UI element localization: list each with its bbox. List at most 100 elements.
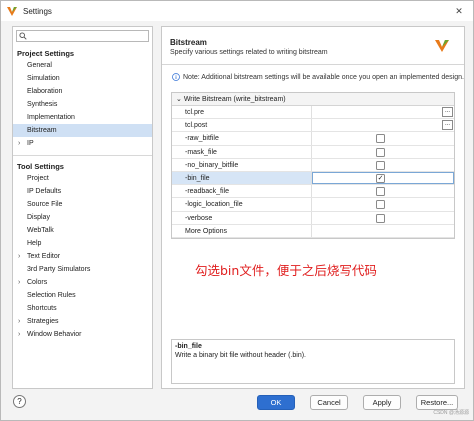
section-tool-settings: Tool Settings [17,162,64,171]
option-checkbox[interactable] [376,147,385,157]
section-project-settings: Project Settings [17,49,75,58]
sidebar-item-label: Source File [27,201,63,208]
bitstream-options-table: ⌄ Write Bitstream (write_bitstream) tcl.… [171,92,455,239]
group-header-write-bitstream[interactable]: ⌄ Write Bitstream (write_bitstream) [172,93,454,106]
description-text: Write a binary bit file without header (… [175,352,306,359]
sidebar-item-label: Simulation [27,75,60,82]
option-checkbox[interactable] [376,200,385,210]
sidebar-item-label: Strategies [27,318,59,325]
option-checkbox[interactable] [376,213,385,223]
option-row-raw-bitfile[interactable]: -raw_bitfile [172,132,454,146]
sidebar-item-label: Window Behavior [27,331,82,338]
sidebar-item-implementation[interactable]: Implementation [13,111,152,124]
title-bar: Settings ✕ [1,1,473,21]
chevron-right-icon[interactable]: › [18,276,20,289]
sidebar-item-label: IP Defaults [27,188,62,195]
sidebar-item-colors[interactable]: › Colors [13,276,152,289]
chevron-right-icon[interactable]: › [18,250,20,263]
search-input[interactable] [16,30,149,42]
sidebar-item-elaboration[interactable]: Elaboration [13,85,152,98]
option-value [312,225,454,237]
sidebar-item-ip[interactable]: › IP [13,137,152,150]
info-note: Note: Additional bitstream settings will… [172,73,464,81]
option-name: tcl.post [172,119,312,132]
option-name: -raw_bitfile [172,132,312,145]
option-checkbox[interactable] [376,160,385,170]
sidebar-item-window-behavior[interactable]: › Window Behavior [13,328,152,341]
window-controls: ✕ [445,1,473,21]
sidebar-item-help[interactable]: Help [13,237,152,250]
option-value [312,159,454,171]
sidebar-item-label: WebTalk [27,227,54,234]
option-name: -verbose [172,211,312,224]
sidebar-item-general[interactable]: General [13,59,152,72]
option-row-logic-location-file[interactable]: -logic_location_file [172,198,454,212]
sidebar-item-label: Implementation [27,114,75,121]
option-row-bin-file[interactable]: -bin_file ✓ [172,171,454,186]
option-row-tcl-post[interactable]: tcl.post... [172,119,454,133]
option-name: tcl.pre [172,106,312,119]
window-title: Settings [23,6,52,16]
apply-button[interactable]: Apply [363,395,401,410]
sidebar-item-label: Colors [27,279,48,286]
sidebar-item-bitstream[interactable]: Bitstream [13,124,152,137]
option-value: ... [312,119,454,131]
sidebar-item-text-editor[interactable]: › Text Editor [13,250,152,263]
sidebar-item-selection-rules[interactable]: Selection Rules [13,289,152,302]
sidebar-item-strategies[interactable]: › Strategies [13,315,152,328]
settings-sidebar: Project Settings General Simulation Elabor… [12,26,153,389]
browse-button[interactable]: ... [442,107,453,117]
header-divider [162,64,464,65]
watermark: CSDN @汤源源 [433,410,469,416]
vivado-app-icon [7,7,17,16]
sidebar-item-source-file[interactable]: Source File [13,198,152,211]
restore-button[interactable]: Restore... [416,395,458,410]
sidebar-item-label: Shortcuts [27,305,57,312]
divider [13,150,152,156]
option-row-readback-file[interactable]: -readback_file [172,185,454,199]
option-value [312,198,454,210]
sidebar-item-label: Bitstream [27,127,57,134]
ok-button[interactable]: OK [257,395,295,410]
note-text: Note: Additional bitstream settings will… [183,73,464,81]
option-checkbox[interactable] [376,187,385,197]
option-name: -no_binary_bitfile [172,158,312,171]
group-label: Write Bitstream (write_bitstream) [183,96,286,103]
chevron-right-icon[interactable]: › [18,315,20,328]
option-row-verbose[interactable]: -verbose [172,211,454,225]
chevron-right-icon[interactable]: › [18,137,20,150]
close-icon[interactable]: ✕ [445,1,473,21]
chevron-right-icon[interactable]: › [18,328,20,341]
sidebar-item-label: Selection Rules [27,292,76,299]
option-row-tcl-pre[interactable]: tcl.pre... [172,106,454,120]
sidebar-item-webtalk[interactable]: WebTalk [13,224,152,237]
sidebar-item-synthesis[interactable]: Synthesis [13,98,152,111]
browse-button[interactable]: ... [442,120,453,131]
sidebar-item-3rd-party-simulators[interactable]: 3rd Party Simulators [13,263,152,276]
description-title: -bin_file [175,343,202,350]
option-name: -logic_location_file [172,198,312,211]
sidebar-item-shortcuts[interactable]: Shortcuts [13,302,152,315]
sidebar-item-simulation[interactable]: Simulation [13,72,152,85]
option-row-no-binary-bitfile[interactable]: -no_binary_bitfile [172,158,454,172]
sidebar-item-display[interactable]: Display [13,211,152,224]
sidebar-item-label: Display [27,214,50,221]
option-checkbox[interactable]: ✓ [376,173,385,183]
settings-window: Settings ✕ Project Settings General Simul… [0,0,474,421]
option-row-more-options[interactable]: More Options [172,224,454,238]
option-name: -bin_file [172,171,312,185]
sidebar-item-ip-defaults[interactable]: IP Defaults [13,185,152,198]
cancel-button[interactable]: Cancel [310,395,348,410]
help-button[interactable]: ? [13,395,26,408]
sidebar-item-project[interactable]: Project [13,172,152,185]
chevron-down-icon: ⌄ [176,96,182,103]
settings-content: Bitstream Specify various settings relat… [161,26,465,389]
option-row-mask-file[interactable]: -mask_file [172,145,454,159]
option-checkbox[interactable] [376,134,385,144]
option-value [312,146,454,158]
option-value: ✓ [312,171,454,185]
sidebar-item-label: IP [27,140,34,147]
option-description-panel: -bin_file Write a binary bit file withou… [171,339,455,384]
option-name: -readback_file [172,185,312,198]
option-name: -mask_file [172,145,312,158]
